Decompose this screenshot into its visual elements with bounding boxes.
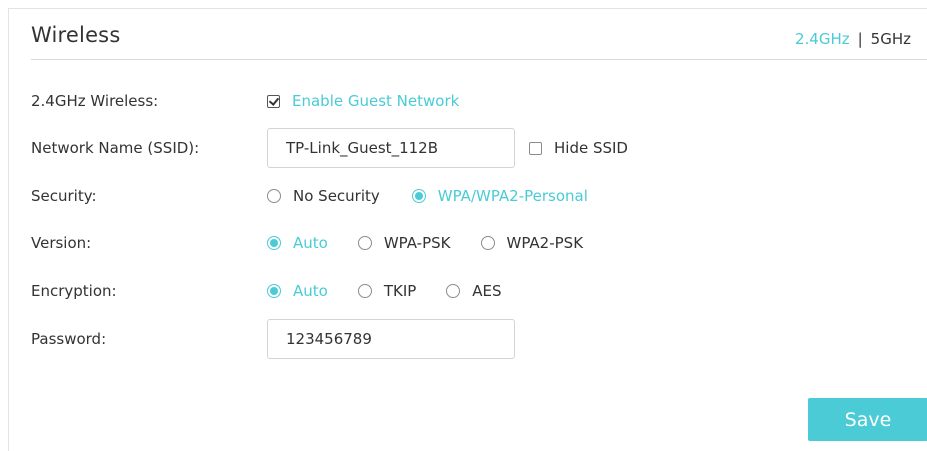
version-option-label: WPA-PSK	[383, 234, 451, 252]
radio-off-icon[interactable]	[267, 189, 281, 203]
radio-off-icon[interactable]	[446, 284, 461, 298]
security-option-wpa-wpa2-personal[interactable]: WPA/WPA2-Personal	[411, 187, 588, 205]
version-option-wpa-psk[interactable]: WPA-PSK	[357, 234, 451, 252]
band-tab-5ghz[interactable]: 5GHz	[871, 30, 911, 48]
radio-off-icon[interactable]	[357, 236, 372, 250]
panel-title: Wireless	[31, 23, 121, 47]
save-button[interactable]: Save	[808, 398, 927, 441]
radio-on-icon[interactable]	[411, 189, 426, 203]
ssid-control: Hide SSID	[267, 128, 628, 168]
radio-on-icon[interactable]	[267, 284, 281, 298]
checkbox-checked-icon[interactable]	[267, 94, 280, 108]
wireless-label: 2.4GHz Wireless:	[31, 92, 159, 110]
radio-off-icon[interactable]	[357, 284, 372, 298]
header-divider	[31, 59, 927, 60]
guest-network-panel: Wireless 2.4GHz | 5GHz 2.4GHz Wireless: En…	[8, 8, 927, 451]
version-option-auto[interactable]: Auto	[267, 234, 328, 252]
version-options: Auto WPA-PSK WPA2-PSK	[267, 234, 613, 252]
encryption-options: Auto TKIP AES	[267, 282, 532, 300]
hide-ssid-checkbox[interactable]: Hide SSID	[529, 139, 628, 157]
encryption-label: Encryption:	[31, 282, 117, 300]
version-option-wpa2-psk[interactable]: WPA2-PSK	[480, 234, 584, 252]
enable-guest-network-checkbox[interactable]: Enable Guest Network	[267, 92, 459, 110]
password-label: Password:	[31, 330, 107, 348]
security-option-label: No Security	[293, 187, 380, 205]
password-control	[267, 319, 515, 359]
encryption-option-label: TKIP	[383, 282, 417, 300]
enable-guest-network-label: Enable Guest Network	[292, 92, 460, 110]
ssid-label: Network Name (SSID):	[31, 139, 200, 157]
password-input[interactable]	[267, 319, 515, 359]
checkbox-unchecked-icon[interactable]	[529, 141, 542, 155]
encryption-option-aes[interactable]: AES	[446, 282, 502, 300]
band-separator: |	[857, 30, 863, 48]
security-options: No Security WPA/WPA2-Personal	[267, 187, 618, 205]
encryption-option-label: AES	[472, 282, 502, 300]
version-label: Version:	[31, 234, 92, 252]
security-option-label: WPA/WPA2-Personal	[437, 187, 588, 205]
version-option-label: WPA2-PSK	[506, 234, 584, 252]
encryption-option-tkip[interactable]: TKIP	[357, 282, 417, 300]
encryption-option-auto[interactable]: Auto	[267, 282, 328, 300]
security-option-no-security[interactable]: No Security	[267, 187, 380, 205]
security-label: Security:	[31, 187, 97, 205]
radio-on-icon[interactable]	[267, 236, 281, 250]
version-option-label: Auto	[293, 234, 328, 252]
hide-ssid-label: Hide SSID	[554, 139, 628, 157]
ssid-input[interactable]	[267, 128, 515, 168]
band-switch: 2.4GHz | 5GHz	[795, 30, 911, 48]
band-tab-2-4ghz[interactable]: 2.4GHz	[795, 30, 850, 48]
wireless-control: Enable Guest Network	[267, 92, 489, 110]
radio-off-icon[interactable]	[480, 236, 495, 250]
encryption-option-label: Auto	[293, 282, 328, 300]
